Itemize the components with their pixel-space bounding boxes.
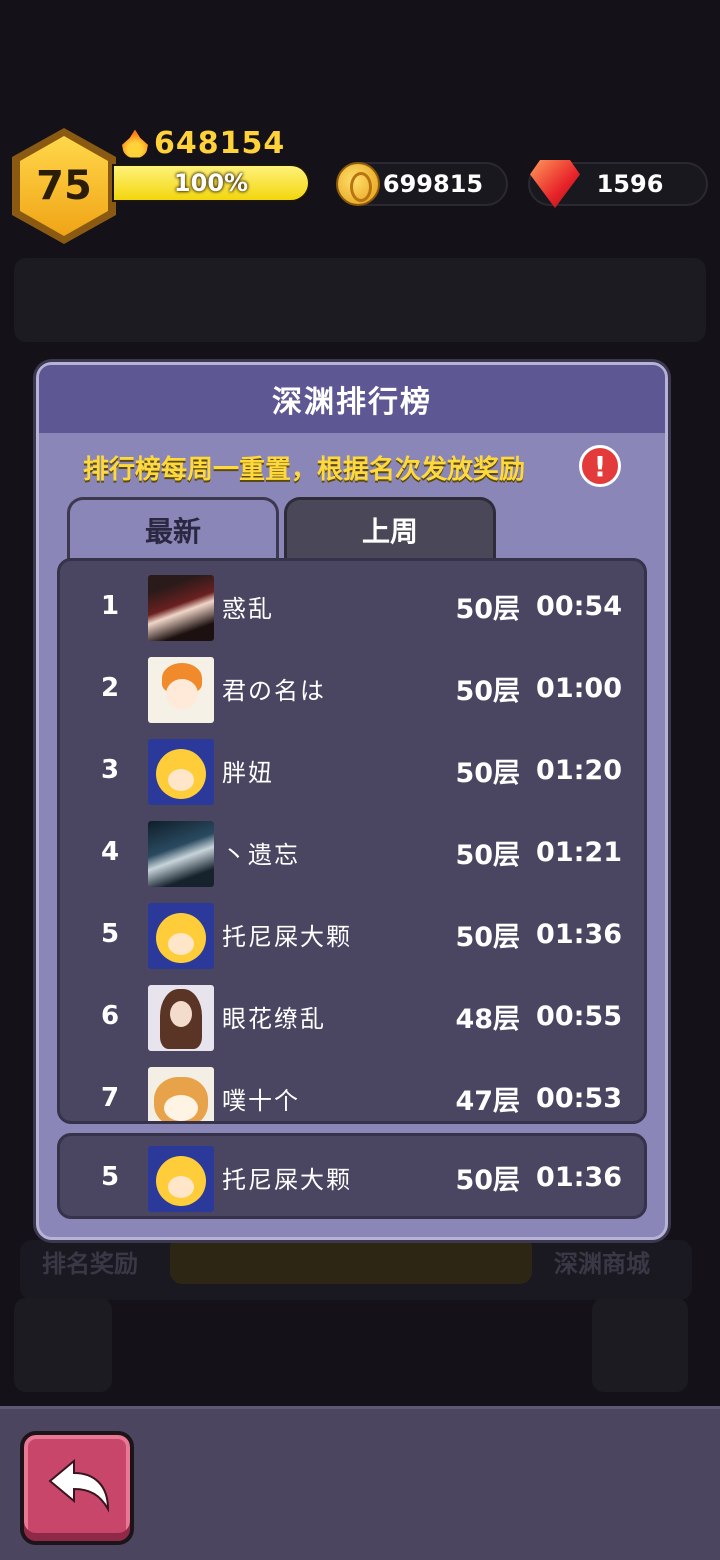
leaderboard-row: 6 眼花缭乱 48层 00:55 bbox=[60, 975, 644, 1057]
shiba-dog-avatar bbox=[148, 1067, 214, 1121]
blonde-chibi-avatar bbox=[148, 739, 214, 805]
back-arrow-icon bbox=[48, 1459, 110, 1513]
player-name: 噗十个 bbox=[222, 1086, 300, 1115]
floor-value: 50层 bbox=[455, 757, 521, 789]
level-number: 75 bbox=[36, 163, 92, 209]
score-group: 50层 01:36 bbox=[455, 893, 622, 975]
player-name: 惑乱 bbox=[222, 594, 274, 623]
rank-number: 4 bbox=[100, 837, 120, 867]
tab-last-week[interactable]: 上周 bbox=[284, 497, 496, 559]
score-group: 47层 00:53 bbox=[455, 1057, 622, 1121]
floor-value: 48层 bbox=[455, 1003, 521, 1035]
flame-icon bbox=[122, 129, 148, 158]
background-button bbox=[170, 1236, 532, 1284]
player-name: 胖妞 bbox=[222, 758, 274, 787]
leaderboard-list[interactable]: 1 惑乱 50层 00:54 2 君の名は 50层 01:00 3 胖妞 50层… bbox=[57, 558, 647, 1124]
ruby-gem-icon bbox=[530, 160, 580, 208]
background-slot bbox=[14, 1298, 112, 1392]
tab-latest[interactable]: 最新 bbox=[67, 497, 279, 559]
floor-value: 50层 bbox=[455, 921, 521, 953]
rank-number: 5 bbox=[100, 1162, 120, 1192]
floor-value: 47层 bbox=[455, 1085, 521, 1117]
leaderboard-row: 1 惑乱 50层 00:54 bbox=[60, 565, 644, 647]
rank-number: 7 bbox=[100, 1083, 120, 1113]
rank-number: 5 bbox=[100, 919, 120, 949]
score-group: 50层 01:36 bbox=[455, 1136, 622, 1218]
gem-counter[interactable]: 1596 bbox=[528, 160, 708, 208]
level-badge: 75 bbox=[12, 128, 116, 244]
bottom-bar bbox=[0, 1406, 720, 1560]
floor-value: 50层 bbox=[455, 1164, 521, 1196]
rank-number: 3 bbox=[100, 755, 120, 785]
player-name: 托尼屎大颗 bbox=[222, 1165, 352, 1194]
silver-hair-avatar bbox=[148, 821, 214, 887]
blonde-chibi-avatar bbox=[148, 903, 214, 969]
leaderboard-row: 5 托尼屎大颗 50层 01:36 bbox=[60, 893, 644, 975]
player-name: 君の名は bbox=[222, 676, 326, 705]
top-hud: 75 648154 100% 699815 1596 bbox=[0, 120, 720, 250]
rank-number: 1 bbox=[100, 591, 120, 621]
brown-hair-girl-avatar bbox=[148, 985, 214, 1051]
abyss-shop-label: 深渊商城 bbox=[554, 1250, 650, 1278]
floor-value: 50层 bbox=[455, 675, 521, 707]
time-value: 00:54 bbox=[536, 590, 622, 622]
reset-notice: 排行榜每周一重置，根据名次发放奖励 bbox=[83, 455, 526, 485]
power-value: 648154 bbox=[154, 126, 286, 161]
power-display: 648154 bbox=[122, 126, 285, 161]
back-button[interactable] bbox=[20, 1431, 134, 1545]
score-group: 50层 01:00 bbox=[455, 647, 622, 729]
time-value: 01:36 bbox=[536, 918, 622, 950]
gem-value: 1596 bbox=[596, 170, 664, 198]
score-group: 50层 01:20 bbox=[455, 729, 622, 811]
player-name: 丶遗忘 bbox=[222, 840, 300, 869]
rank-number: 2 bbox=[100, 673, 120, 703]
exp-progress-bar: 100% bbox=[112, 164, 310, 202]
leaderboard-row: 5 托尼屎大颗 50层 01:36 bbox=[60, 1136, 644, 1218]
floor-value: 50层 bbox=[455, 593, 521, 625]
score-group: 48层 00:55 bbox=[455, 975, 622, 1057]
time-value: 00:53 bbox=[536, 1082, 622, 1114]
info-icon[interactable]: ! bbox=[579, 445, 621, 487]
score-group: 50层 01:21 bbox=[455, 811, 622, 893]
player-name: 眼花缭乱 bbox=[222, 1004, 326, 1033]
coin-counter[interactable]: 699815 bbox=[336, 162, 508, 206]
rank-number: 6 bbox=[100, 1001, 120, 1031]
background-slot bbox=[592, 1298, 688, 1392]
player-name: 托尼屎大颗 bbox=[222, 922, 352, 951]
score-group: 50层 00:54 bbox=[455, 565, 622, 647]
time-value: 01:21 bbox=[536, 836, 622, 868]
orange-hair-boy-avatar bbox=[148, 657, 214, 723]
leaderboard-row: 3 胖妞 50层 01:20 bbox=[60, 729, 644, 811]
panel-header: 深渊排行榜 bbox=[39, 365, 665, 433]
panel-title: 深渊排行榜 bbox=[272, 385, 432, 420]
leaderboard-row: 2 君の名は 50层 01:00 bbox=[60, 647, 644, 729]
time-value: 01:20 bbox=[536, 754, 622, 786]
leaderboard-row: 4 丶遗忘 50层 01:21 bbox=[60, 811, 644, 893]
fox-girl-avatar bbox=[148, 575, 214, 641]
leaderboard-row: 7 噗十个 47层 00:53 bbox=[60, 1057, 644, 1121]
background-bar bbox=[14, 258, 706, 342]
coin-icon bbox=[336, 162, 380, 206]
time-value: 01:00 bbox=[536, 672, 622, 704]
blonde-chibi-avatar bbox=[148, 1146, 214, 1212]
rank-reward-label: 排名奖励 bbox=[42, 1250, 138, 1278]
time-value: 00:55 bbox=[536, 1000, 622, 1032]
leaderboard-panel: 深渊排行榜 排行榜每周一重置，根据名次发放奖励 ! 最新 上周 1 惑乱 50层… bbox=[36, 362, 668, 1240]
notice-row: 排行榜每周一重置，根据名次发放奖励 ! bbox=[39, 443, 665, 491]
time-value: 01:36 bbox=[536, 1161, 622, 1193]
coin-value: 699815 bbox=[382, 170, 484, 198]
floor-value: 50层 bbox=[455, 839, 521, 871]
self-rank-row: 5 托尼屎大颗 50层 01:36 bbox=[57, 1133, 647, 1219]
exp-percent-label: 100% bbox=[173, 169, 249, 197]
